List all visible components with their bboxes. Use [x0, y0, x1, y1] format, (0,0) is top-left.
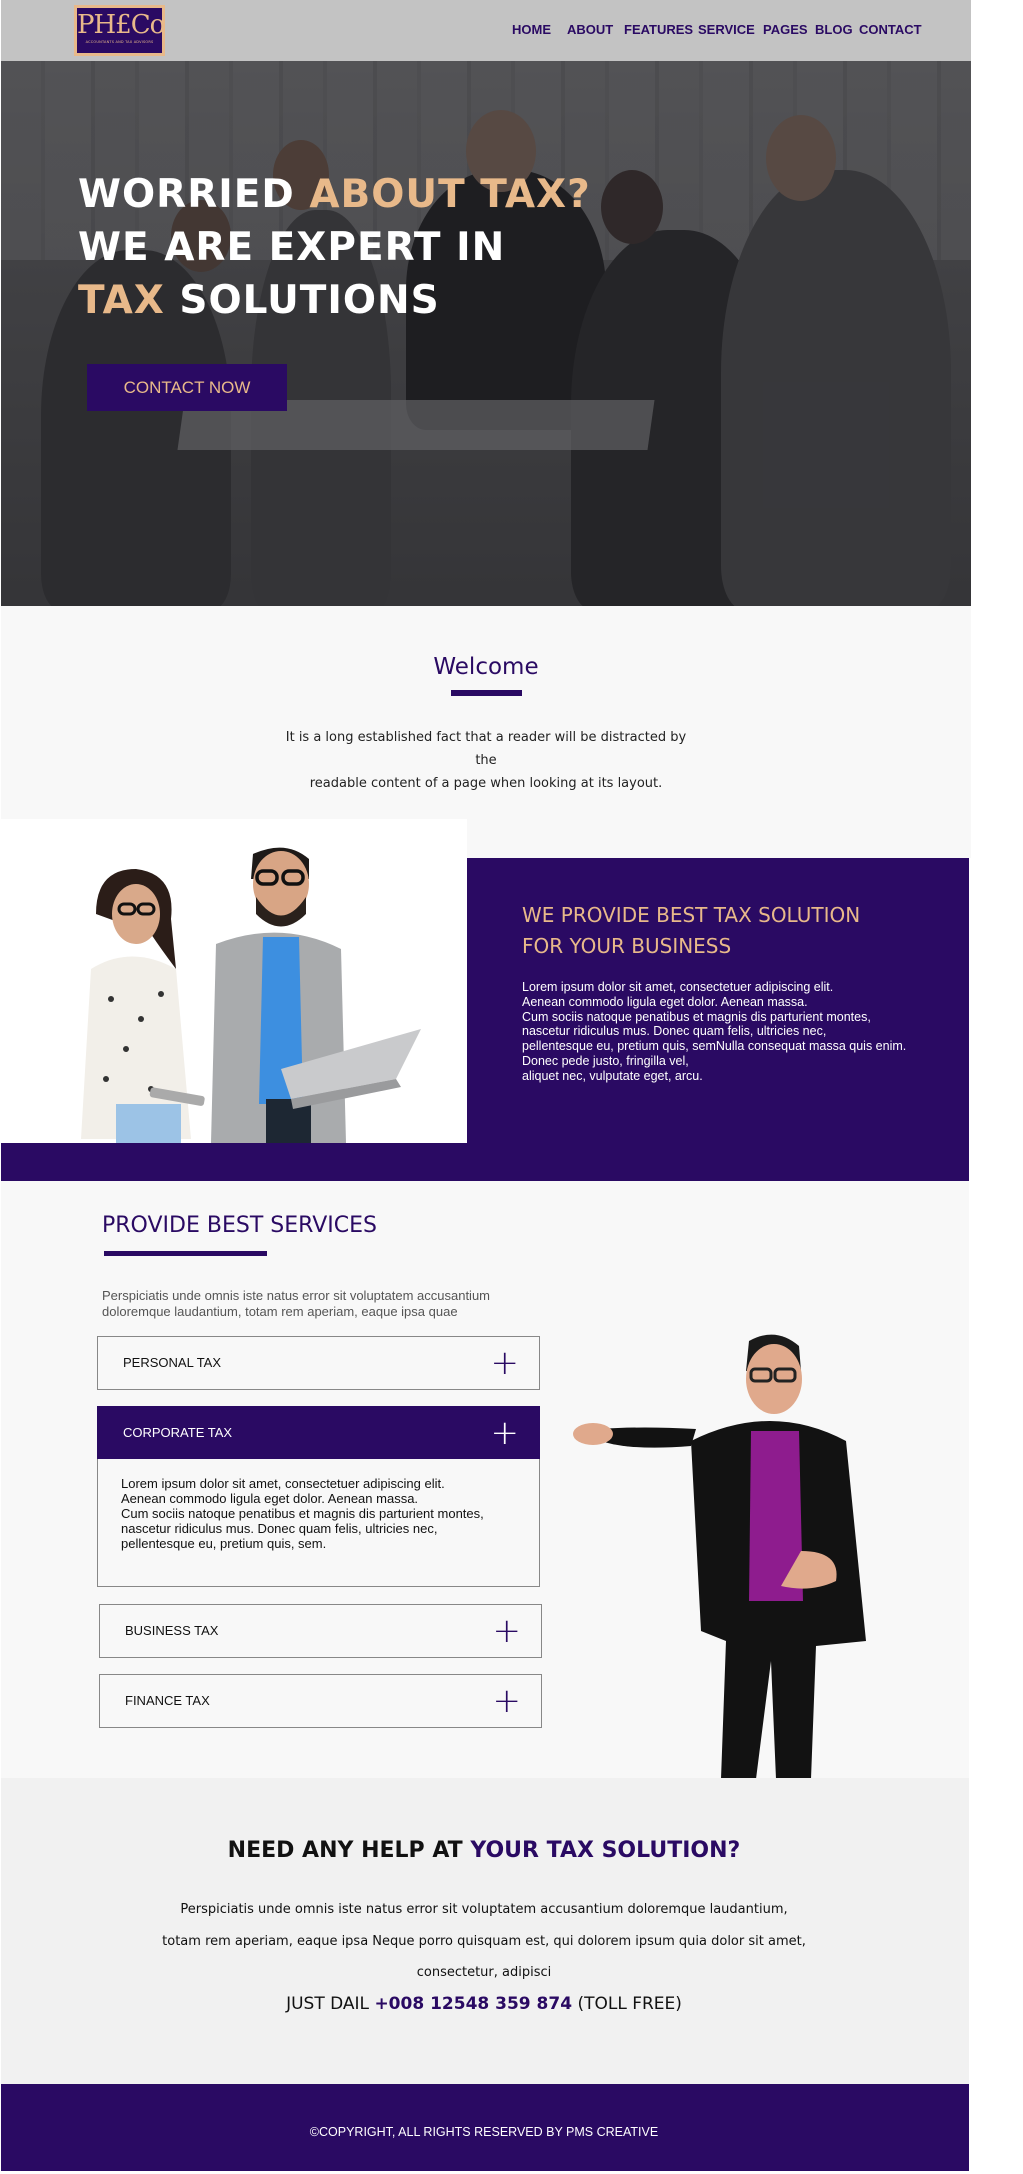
accordion-panel-text: Lorem ipsum dolor sit amet, consectetuer…	[121, 1476, 484, 1551]
phone-prefix: JUST DAIL	[286, 1994, 375, 2014]
welcome-text-line1: It is a long established fact that a rea…	[285, 730, 687, 768]
nav-features[interactable]: FEATURES	[624, 22, 693, 37]
hero-line1-white: WORRIED	[78, 172, 310, 217]
welcome-text: It is a long established fact that a rea…	[281, 726, 691, 795]
phone-number[interactable]: +008 12548 359 874	[374, 1994, 572, 2014]
plus-icon[interactable]: +	[493, 1681, 522, 1721]
accordion-corporate-tax[interactable]: CORPORATE TAX +	[97, 1406, 540, 1460]
provide-title-line2: FOR YOUR BUSINESS	[522, 934, 732, 958]
plus-icon[interactable]: +	[493, 1611, 522, 1651]
accordion-panel-corporate-tax: Lorem ipsum dolor sit amet, consectetuer…	[97, 1459, 540, 1587]
nav-about[interactable]: ABOUT	[567, 22, 613, 37]
welcome-title: Welcome	[433, 654, 539, 680]
provide-title: WE PROVIDE BEST TAX SOLUTION FOR YOUR BU…	[522, 900, 942, 962]
accordion-business-tax[interactable]: BUSINESS TAX +	[99, 1604, 542, 1658]
accordion-finance-tax[interactable]: FINANCE TAX +	[99, 1674, 542, 1728]
plus-icon[interactable]: +	[491, 1413, 520, 1453]
accordion-label: FINANCE TAX	[125, 1693, 210, 1708]
nav-pages[interactable]: PAGES	[763, 22, 808, 37]
help-title-accent: YOUR TAX SOLUTION?	[470, 1838, 741, 1863]
help-title-plain: NEED ANY HELP AT	[227, 1838, 471, 1863]
presenter-photo	[573, 1334, 866, 1779]
services-underline	[104, 1251, 267, 1256]
help-text-line3: consectetur, adipisci	[416, 1965, 552, 1980]
brand-logo[interactable]: PH£Co ACCOUNTANTS AND TAX ADVISORS	[74, 5, 165, 56]
top-navbar: PH£Co ACCOUNTANTS AND TAX ADVISORS HOME …	[1, 0, 971, 61]
welcome-underline	[451, 690, 522, 696]
help-text-line1: Perspiciatis unde omnis iste natus error…	[180, 1902, 788, 1917]
logo-mark: PH£Co	[77, 10, 165, 40]
nav-service[interactable]: SERVICE	[698, 22, 755, 37]
team-illustration	[81, 847, 421, 1143]
help-text-line2: totam rem aperiam, eaque ipsa Neque porr…	[162, 1934, 806, 1949]
help-phone: JUST DAIL +008 12548 359 874 (TOLL FREE)	[0, 1994, 968, 2014]
services-title: PROVIDE BEST SERVICES	[102, 1213, 377, 1238]
contact-now-button[interactable]: CONTACT NOW	[87, 364, 287, 411]
hero-line1-accent: ABOUT TAX?	[309, 172, 591, 217]
nav-home[interactable]: HOME	[512, 22, 551, 37]
help-title: NEED ANY HELP AT YOUR TAX SOLUTION?	[0, 1838, 968, 1863]
hero-line3-white: SOLUTIONS	[164, 278, 440, 323]
accordion-label: CORPORATE TAX	[123, 1425, 233, 1440]
team-photo	[1, 819, 467, 1143]
plus-icon[interactable]: +	[491, 1343, 520, 1383]
nav-blog[interactable]: BLOG	[815, 22, 853, 37]
nav-contact[interactable]: CONTACT	[859, 22, 922, 37]
services-intro: Perspiciatis unde omnis iste natus error…	[102, 1288, 491, 1319]
logo-tagline: ACCOUNTANTS AND TAX ADVISORS	[85, 40, 154, 44]
help-section	[1, 1778, 969, 2084]
hero-headline-line2: WE ARE EXPERT IN	[78, 225, 506, 270]
hero-line3-accent: TAX	[78, 278, 165, 323]
footer-copyright: ©COPYRIGHT, ALL RIGHTS RESERVED BY PMS C…	[309, 2125, 659, 2139]
phone-suffix: (TOLL FREE)	[572, 1994, 682, 2014]
welcome-text-line2: readable content of a page when looking …	[309, 776, 663, 791]
accordion-label: BUSINESS TAX	[125, 1623, 219, 1638]
hero-headline-line1: WORRIED ABOUT TAX?	[78, 172, 591, 217]
hero-headline-line3: TAX SOLUTIONS	[78, 278, 440, 323]
provide-title-line1: WE PROVIDE BEST TAX SOLUTION	[522, 903, 861, 927]
provide-body-text: Lorem ipsum dolor sit amet, consectetuer…	[522, 980, 907, 1083]
accordion-label: PERSONAL TAX	[123, 1355, 222, 1370]
accordion-personal-tax[interactable]: PERSONAL TAX +	[97, 1336, 540, 1390]
